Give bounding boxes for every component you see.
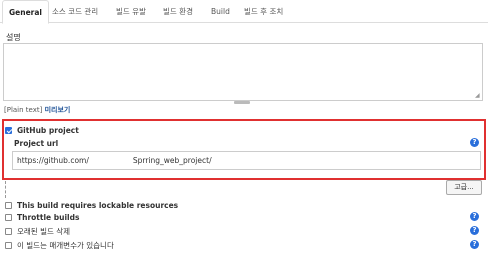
github-project-label: GitHub project xyxy=(17,125,79,135)
description-label: 설명 xyxy=(6,33,21,42)
option-discard-old-builds: 오래된 빌드 삭제 xyxy=(5,226,70,236)
description-textarea[interactable]: ◢ xyxy=(3,43,483,101)
section-connector-line xyxy=(5,181,6,198)
option-throttle-builds: Throttle builds xyxy=(5,212,79,222)
advanced-button[interactable]: 고급... xyxy=(446,180,482,195)
github-project-row: GitHub project xyxy=(5,125,79,135)
help-icon[interactable]: ? xyxy=(470,240,479,249)
parameterized-build-checkbox[interactable] xyxy=(5,241,12,249)
lockable-resources-checkbox[interactable] xyxy=(5,201,12,209)
textarea-resize-handle[interactable] xyxy=(234,101,250,104)
discard-old-builds-label: 오래된 빌드 삭제 xyxy=(17,226,71,236)
resize-grip-icon[interactable]: ◢ xyxy=(475,93,481,99)
github-project-checkbox[interactable] xyxy=(5,126,12,134)
project-url-value-part2: Sprring_web_project/ xyxy=(132,156,212,165)
option-lockable-resources: This build requires lockable resources xyxy=(5,200,178,210)
tab-build-environment[interactable]: 빌드 환경 xyxy=(163,0,193,23)
discard-old-builds-checkbox[interactable] xyxy=(5,227,12,235)
lockable-resources-label: This build requires lockable resources xyxy=(17,200,179,210)
tab-general[interactable]: General xyxy=(2,0,49,24)
help-icon[interactable]: ? xyxy=(470,138,479,147)
help-icon[interactable]: ? xyxy=(470,226,479,235)
plain-text-note: [Plain text] 미리보기 xyxy=(4,105,70,115)
parameterized-build-label: 이 빌드는 매개변수가 있습니다 xyxy=(17,240,114,250)
throttle-builds-label: Throttle builds xyxy=(17,212,80,222)
option-parameterized-build: 이 빌드는 매개변수가 있습니다 xyxy=(5,240,114,250)
preview-link[interactable]: 미리보기 xyxy=(45,106,71,114)
plain-text-label: [Plain text] xyxy=(4,106,43,114)
project-url-input[interactable]: https://github.com/Sprring_web_project/ xyxy=(12,151,481,170)
tab-bar: General 소스 코드 관리 빌드 유발 빌드 환경 Build 빌드 후 … xyxy=(0,0,488,24)
tab-source-code-management[interactable]: 소스 코드 관리 xyxy=(52,0,98,23)
help-icon[interactable]: ? xyxy=(470,212,479,221)
project-url-label: Project url xyxy=(14,139,59,148)
tab-build-triggers[interactable]: 빌드 유발 xyxy=(116,0,146,23)
tab-build[interactable]: Build xyxy=(211,0,230,23)
throttle-builds-checkbox[interactable] xyxy=(5,213,12,221)
tab-post-build-actions[interactable]: 빌드 후 조치 xyxy=(244,0,283,23)
project-url-value-part1: https://github.com/ xyxy=(17,156,89,165)
